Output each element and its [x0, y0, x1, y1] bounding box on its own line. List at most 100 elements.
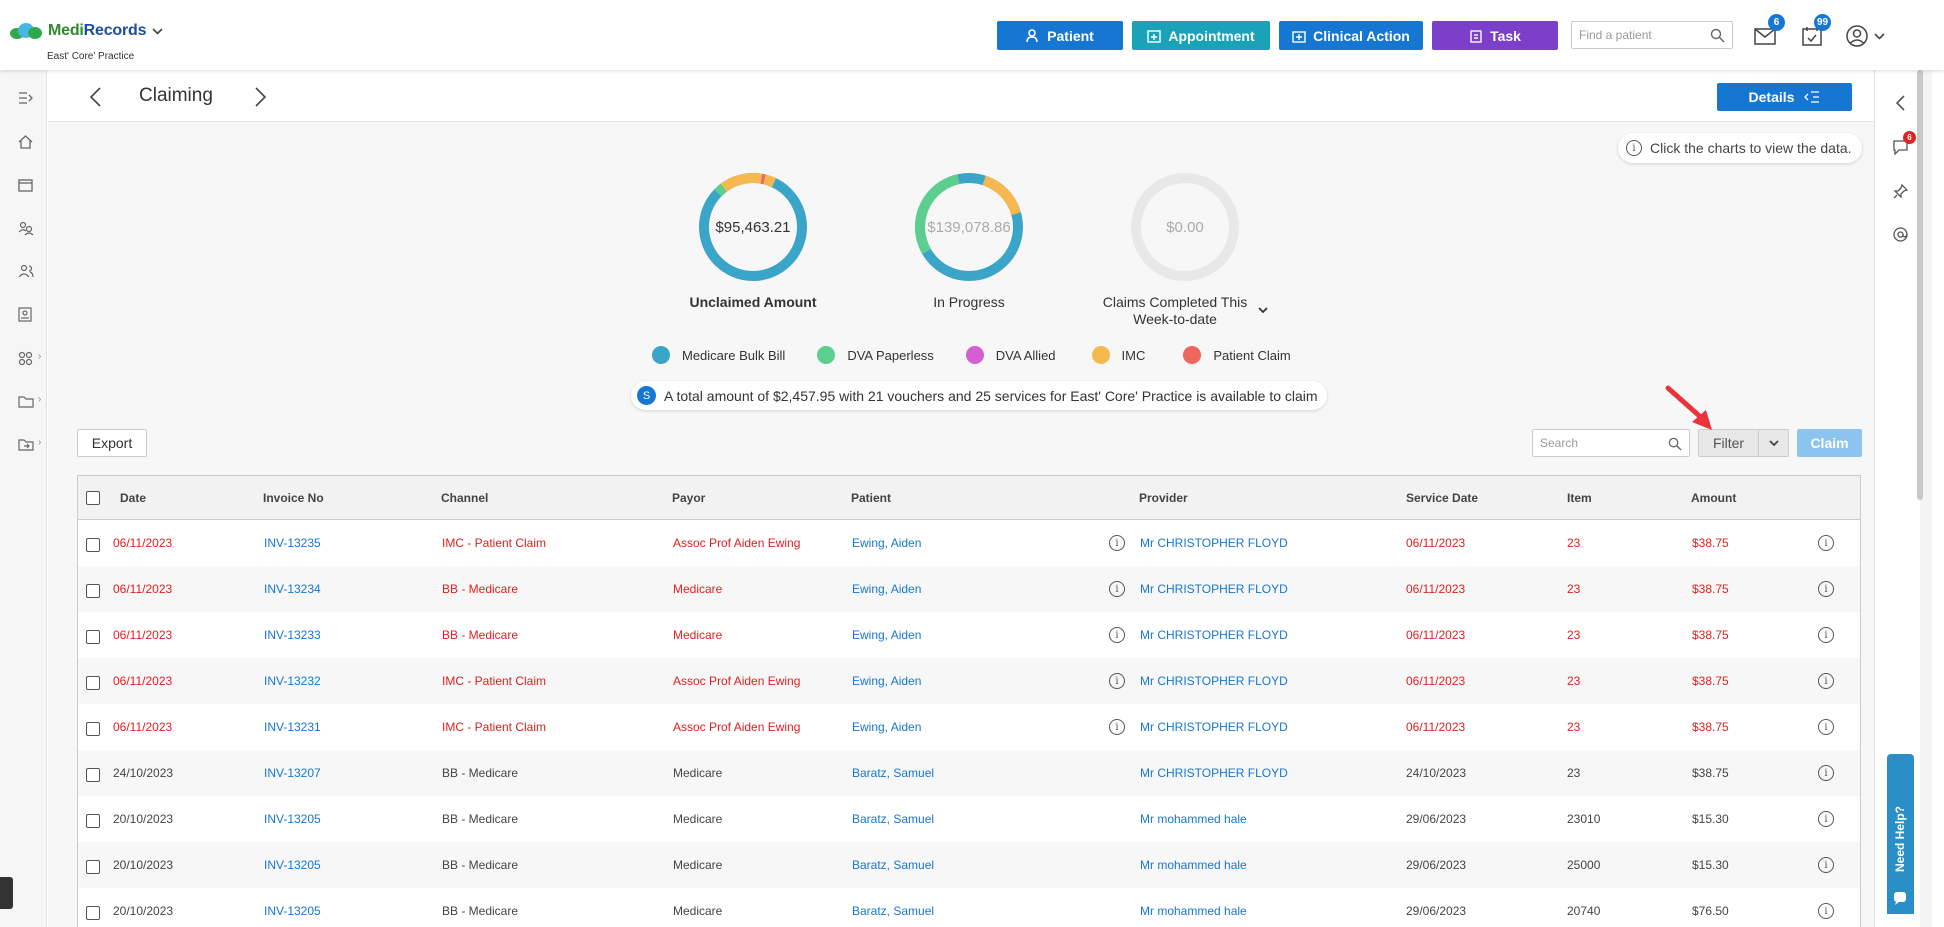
cell-invoice[interactable]: INV-13233 [264, 612, 321, 658]
row-checkbox[interactable] [86, 814, 100, 828]
column-header-provider[interactable]: Provider [1139, 476, 1188, 520]
home-icon[interactable] [18, 132, 38, 152]
patient-info-icon[interactable]: i [1109, 704, 1125, 750]
row-checkbox[interactable] [86, 860, 100, 874]
filter-dropdown-button[interactable] [1759, 429, 1789, 457]
cell-patient[interactable]: Ewing, Aiden [852, 612, 921, 658]
column-header-service-date[interactable]: Service Date [1406, 476, 1478, 520]
table-row[interactable]: 06/11/2023 INV-13232 IMC - Patient Claim As… [78, 658, 1860, 704]
table-row[interactable]: 24/10/2023 INV-13207 BB - Medicare Medicare… [78, 750, 1860, 796]
cell-patient[interactable]: Baratz, Samuel [852, 842, 934, 888]
table-row[interactable]: 20/10/2023 INV-13205 BB - Medicare Medicare… [78, 842, 1860, 888]
legend-item[interactable]: Patient Claim [1183, 346, 1291, 364]
cell-invoice[interactable]: INV-13231 [264, 704, 321, 750]
legend-item[interactable]: DVA Allied [965, 346, 1056, 364]
in-progress-chart[interactable]: $139,078.86 [914, 172, 1024, 282]
patient-button[interactable]: Patient [997, 21, 1123, 50]
cell-invoice[interactable]: INV-13205 [264, 796, 321, 842]
row-info-icon[interactable]: i [1818, 888, 1834, 927]
row-info-icon[interactable]: i [1818, 658, 1834, 704]
column-header-item[interactable]: Item [1567, 476, 1592, 520]
tasks-button[interactable]: 99 [1798, 14, 1832, 50]
need-help-button[interactable]: Need Help? [1887, 754, 1914, 914]
row-info-icon[interactable]: i [1818, 612, 1834, 658]
legend-item[interactable]: DVA Paperless [817, 346, 934, 364]
chat-icon[interactable]: 6 [1889, 131, 1916, 158]
cell-provider[interactable]: Mr CHRISTOPHER FLOYD [1140, 520, 1288, 566]
table-row[interactable]: 06/11/2023 INV-13235 IMC - Patient Claim As… [78, 520, 1860, 566]
patient-info-icon[interactable]: i [1109, 658, 1125, 704]
next-page-button[interactable] [250, 86, 272, 108]
clinical-action-button[interactable]: Clinical Action [1279, 21, 1423, 50]
row-checkbox[interactable] [86, 676, 100, 690]
row-checkbox[interactable] [86, 630, 100, 644]
cell-provider[interactable]: Mr CHRISTOPHER FLOYD [1140, 704, 1288, 750]
claim-button[interactable]: Claim [1797, 429, 1862, 457]
previous-page-button[interactable] [84, 86, 106, 108]
cell-patient[interactable]: Ewing, Aiden [852, 704, 921, 750]
calendar-icon[interactable] [18, 175, 38, 195]
id-card-icon[interactable] [18, 304, 38, 324]
chevron-left-icon[interactable] [1889, 92, 1911, 114]
cell-provider[interactable]: Mr CHRISTOPHER FLOYD [1140, 566, 1288, 612]
row-info-icon[interactable]: i [1818, 520, 1834, 566]
at-sign-icon[interactable] [1889, 223, 1911, 245]
column-header-date[interactable]: Date [120, 476, 146, 520]
table-row[interactable]: 20/10/2023 INV-13205 BB - Medicare Medicare… [78, 796, 1860, 842]
messages-button[interactable]: 6 [1751, 14, 1785, 50]
cell-patient[interactable]: Baratz, Samuel [852, 750, 934, 796]
unclaimed-amount-chart[interactable]: $95,463.21 [698, 172, 808, 282]
column-header-invoice[interactable]: Invoice No [263, 476, 324, 520]
cell-patient[interactable]: Ewing, Aiden [852, 520, 921, 566]
table-row[interactable]: 20/10/2023 INV-13205 BB - Medicare Medicare… [78, 888, 1860, 927]
table-row[interactable]: 06/11/2023 INV-13231 IMC - Patient Claim As… [78, 704, 1860, 750]
scrollbar-thumb[interactable] [1917, 70, 1923, 500]
cell-provider[interactable]: Mr mohammed hale [1140, 888, 1247, 927]
patient-info-icon[interactable]: i [1109, 520, 1125, 566]
patients-icon[interactable] [18, 218, 38, 238]
cell-provider[interactable]: Mr mohammed hale [1140, 796, 1247, 842]
details-button[interactable]: Details [1717, 83, 1852, 111]
row-checkbox[interactable] [86, 538, 100, 552]
chevron-down-icon[interactable] [1258, 307, 1268, 314]
find-patient-input[interactable]: Find a patient [1571, 21, 1733, 49]
brand-logo[interactable]: MediRecords [8, 22, 163, 40]
cell-invoice[interactable]: INV-13205 [264, 888, 321, 927]
patient-info-icon[interactable]: i [1109, 612, 1125, 658]
column-header-channel[interactable]: Channel [441, 476, 488, 520]
appointment-button[interactable]: Appointment [1132, 21, 1270, 50]
cell-invoice[interactable]: INV-13232 [264, 658, 321, 704]
export-button[interactable]: Export [77, 429, 147, 457]
row-info-icon[interactable]: i [1818, 566, 1834, 612]
table-row[interactable]: 06/11/2023 INV-13234 BB - Medicare Medicare… [78, 566, 1860, 612]
side-drawer-tab[interactable] [0, 877, 13, 909]
cell-patient[interactable]: Ewing, Aiden [852, 566, 921, 612]
cell-provider[interactable]: Mr CHRISTOPHER FLOYD [1140, 612, 1288, 658]
legend-item[interactable]: IMC [1091, 346, 1145, 364]
column-header-amount[interactable]: Amount [1691, 476, 1736, 520]
cell-patient[interactable]: Ewing, Aiden [852, 658, 921, 704]
row-info-icon[interactable]: i [1818, 704, 1834, 750]
select-all-checkbox[interactable] [86, 491, 100, 505]
cell-provider[interactable]: Mr CHRISTOPHER FLOYD [1140, 658, 1288, 704]
folder-share-icon[interactable] [18, 434, 38, 454]
pin-icon[interactable] [1889, 180, 1911, 202]
task-button[interactable]: Task [1432, 21, 1558, 50]
row-checkbox[interactable] [86, 584, 100, 598]
patient-info-icon[interactable]: i [1109, 566, 1125, 612]
row-info-icon[interactable]: i [1818, 796, 1834, 842]
cell-invoice[interactable]: INV-13205 [264, 842, 321, 888]
cell-provider[interactable]: Mr CHRISTOPHER FLOYD [1140, 750, 1288, 796]
cell-invoice[interactable]: INV-13235 [264, 520, 321, 566]
folder-icon[interactable] [18, 391, 38, 411]
apps-icon[interactable] [18, 348, 38, 368]
chevron-down-icon[interactable] [152, 24, 163, 38]
row-info-icon[interactable]: i [1818, 842, 1834, 888]
column-header-patient[interactable]: Patient [851, 476, 891, 520]
column-header-payor[interactable]: Payor [672, 476, 705, 520]
row-checkbox[interactable] [86, 768, 100, 782]
contacts-icon[interactable] [18, 261, 38, 281]
cell-patient[interactable]: Baratz, Samuel [852, 888, 934, 927]
cell-invoice[interactable]: INV-13234 [264, 566, 321, 612]
search-icon[interactable] [1710, 28, 1725, 43]
